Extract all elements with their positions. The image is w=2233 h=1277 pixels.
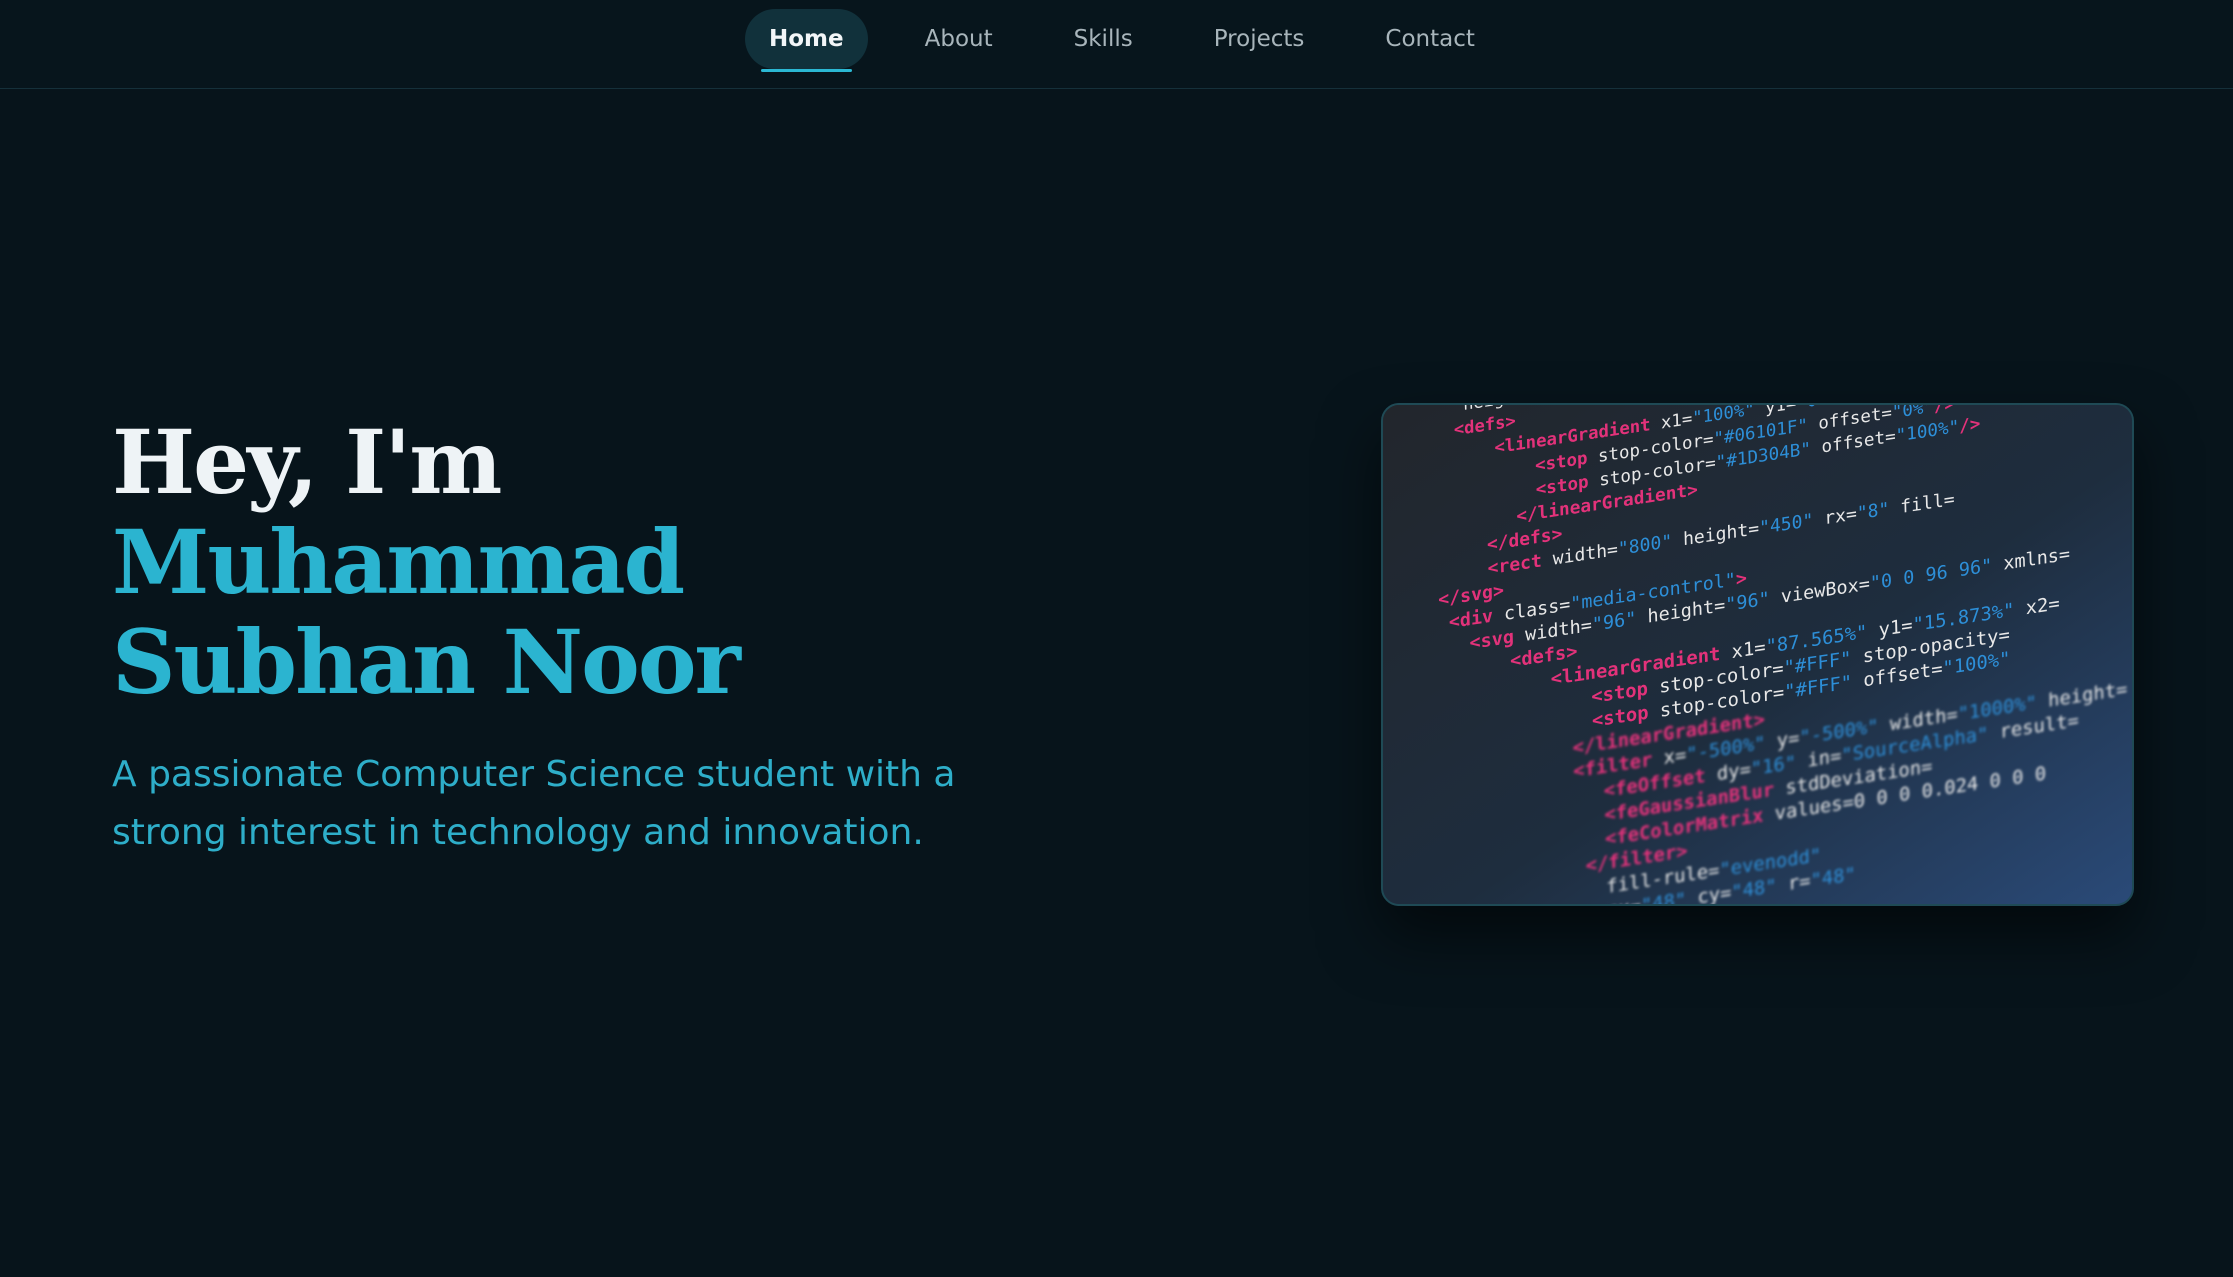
hero-name-line1: Muhammad xyxy=(112,510,685,614)
hero-tagline: A passionate Computer Science student wi… xyxy=(112,754,956,853)
code-image-graphic: height="450" viewBox="0 0 800 450" xmlns… xyxy=(1383,405,2132,904)
nav-item-contact[interactable]: Contact xyxy=(1361,9,1498,69)
portfolio-page: Home About Skills Projects Contact Hey, … xyxy=(0,0,2233,1277)
hero-section: Hey, I'm Muhammad Subhan Noor A passiona… xyxy=(112,412,992,862)
nav-item-home[interactable]: Home xyxy=(745,9,868,72)
hero-name-line2: Subhan Noor xyxy=(112,610,741,714)
hero-headline: Hey, I'm Muhammad Subhan Noor xyxy=(112,412,992,712)
nav-item-skills[interactable]: Skills xyxy=(1050,9,1157,69)
nav-item-about[interactable]: About xyxy=(901,9,1017,69)
hero-greeting: Hey, I'm xyxy=(112,410,502,514)
top-navigation: Home About Skills Projects Contact xyxy=(0,0,2233,89)
nav-list: Home About Skills Projects Contact xyxy=(745,9,1532,72)
nav-item-projects[interactable]: Projects xyxy=(1190,9,1329,69)
code-screenshot-image: height="450" viewBox="0 0 800 450" xmlns… xyxy=(1381,403,2134,906)
